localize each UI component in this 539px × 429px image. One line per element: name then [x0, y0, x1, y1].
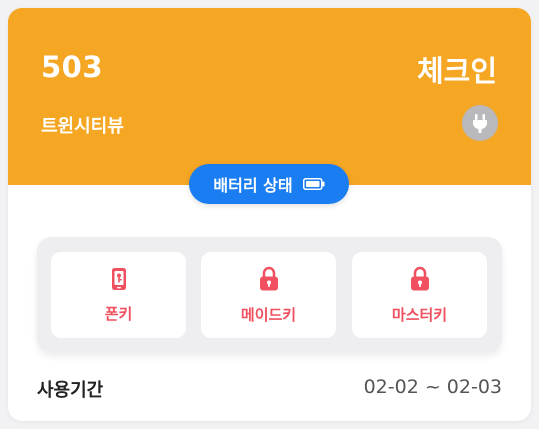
- room-card-header: 503 체크인 트윈시티뷰: [8, 8, 531, 185]
- usage-period-label: 사용기간: [37, 380, 104, 401]
- phone-key-button[interactable]: 폰키: [51, 252, 186, 338]
- phone-key-label: 폰키: [104, 304, 133, 323]
- maid-key-button[interactable]: 메이드키: [201, 252, 336, 338]
- lock-icon: [410, 266, 430, 296]
- battery-status-button[interactable]: 배터리 상태: [189, 164, 349, 204]
- room-number: 503: [41, 50, 104, 84]
- master-key-button[interactable]: 마스터키: [352, 252, 487, 338]
- usage-period-value: 02-02 ~ 02-03: [363, 376, 502, 398]
- lock-icon: [259, 266, 279, 296]
- room-card[interactable]: 503 체크인 트윈시티뷰 배터리 상태 폰키 메이드키 마스터키 사용기간 0…: [8, 8, 531, 421]
- room-type: 트윈시티뷰: [41, 116, 124, 137]
- plug-icon[interactable]: [462, 105, 498, 141]
- maid-key-label: 메이드키: [240, 305, 297, 324]
- master-key-label: 마스터키: [391, 305, 448, 324]
- keys-panel: 폰키 메이드키 마스터키: [37, 237, 502, 352]
- battery-icon: [302, 175, 325, 194]
- battery-status-label: 배터리 상태: [213, 176, 293, 195]
- phone-key-icon: [110, 267, 128, 295]
- checkin-status: 체크인: [416, 54, 497, 88]
